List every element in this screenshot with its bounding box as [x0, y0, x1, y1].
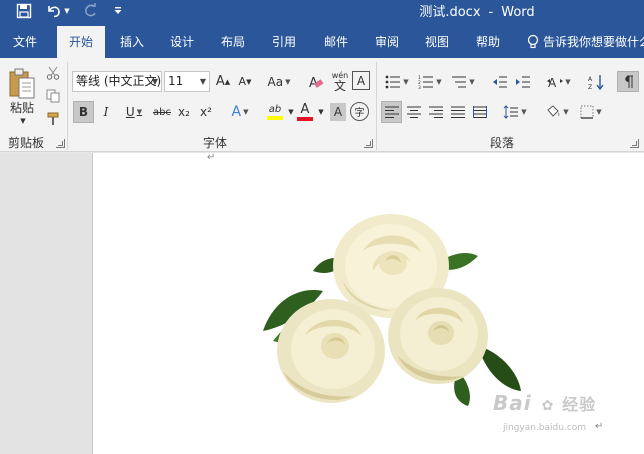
superscript-button[interactable]: x²	[197, 101, 215, 123]
line-spacing-button[interactable]: ▼	[500, 101, 530, 123]
multilevel-list-button[interactable]: ▼	[448, 71, 478, 92]
watermark-url: jingyan.baidu.com	[503, 423, 587, 433]
underline-label: U	[125, 105, 135, 119]
paragraph-mark: ↵	[207, 152, 216, 163]
window-title: 测试.docx - Word	[0, 1, 644, 20]
ribbon-tabs: 文件 开始 插入 设计 布局 引用 邮件 审阅 视图 帮助 告诉我你想要做什么	[0, 26, 644, 58]
highlight-color-swatch	[267, 116, 283, 120]
ribbon-home: 粘贴 ▼ 剪贴板 等线 (中文正文) ▼ 11 ▼ A ▲ A ▼ Aa ▼ A wé…	[0, 58, 644, 152]
sort-icon[interactable]: AZ	[586, 71, 606, 92]
end-paragraph-mark: ↵	[595, 421, 604, 432]
chevron-down-icon: ▼	[199, 77, 206, 86]
numbering-button[interactable]: 1 2 3 ▼	[415, 71, 445, 92]
tab-references[interactable]: 引用	[262, 26, 306, 58]
paste-dropdown-icon[interactable]: ▼	[18, 116, 28, 126]
svg-text:A: A	[588, 76, 593, 83]
tab-view[interactable]: 视图	[415, 26, 459, 58]
svg-text:3: 3	[418, 85, 421, 89]
tab-help[interactable]: 帮助	[466, 26, 510, 58]
tab-mailings[interactable]: 邮件	[314, 26, 358, 58]
watermark-logo: Bai ✿ 经验	[493, 391, 596, 415]
shrink-font-button[interactable]: A ▼	[236, 71, 254, 92]
paw-icon: ✿	[541, 398, 555, 414]
tab-layout[interactable]: 布局	[211, 26, 255, 58]
title-bar: ▼ 测试.docx - Word	[0, 0, 644, 26]
document-area: ↵ Bai ✿ 经验 jingyan.baidu.com ↵	[0, 152, 644, 454]
subscript-button[interactable]: x₂	[175, 101, 193, 123]
tab-insert[interactable]: 插入	[110, 26, 154, 58]
lightbulb-icon	[527, 34, 539, 50]
font-launcher-icon[interactable]	[364, 139, 373, 148]
show-hide-marks-icon[interactable]	[617, 71, 639, 92]
align-right-icon[interactable]	[426, 101, 446, 123]
bold-button[interactable]: B	[73, 101, 94, 123]
chevron-down-icon: ▼	[151, 77, 158, 86]
character-shading-button[interactable]: A	[330, 103, 346, 121]
font-size-combo[interactable]: 11 ▼	[164, 71, 210, 92]
shrink-font-label: A	[238, 75, 247, 88]
font-color-dropdown-icon[interactable]: ▼	[316, 101, 326, 123]
tab-review[interactable]: 审阅	[365, 26, 409, 58]
change-case-label: Aa	[267, 74, 284, 89]
font-color-swatch	[297, 117, 313, 121]
justify-icon[interactable]	[448, 101, 468, 123]
font-name-value: 等线 (中文正文)	[76, 74, 162, 88]
tell-me-text: 告诉我你想要做什么	[543, 35, 644, 49]
app-name: Word	[501, 5, 535, 20]
change-case-button[interactable]: Aa ▼	[262, 71, 296, 92]
svg-text:Z: Z	[588, 84, 592, 90]
tab-file[interactable]: 文件	[0, 26, 50, 58]
highlight-label: ab	[268, 104, 282, 115]
grow-font-label: A	[215, 74, 225, 89]
document-name: 测试.docx	[419, 5, 481, 20]
font-color-button[interactable]: A	[294, 101, 316, 123]
underline-button[interactable]: U ▼	[119, 101, 149, 123]
clear-formatting-icon[interactable]: A	[306, 71, 326, 92]
phonetic-guide-char: 文	[333, 79, 346, 93]
paste-label[interactable]: 粘贴	[4, 98, 40, 116]
align-left-icon[interactable]	[381, 101, 402, 123]
group-divider	[376, 62, 377, 150]
tab-home[interactable]: 开始	[57, 26, 105, 58]
font-name-combo[interactable]: 等线 (中文正文) ▼	[72, 71, 162, 92]
phonetic-guide-button[interactable]: wén 文	[330, 68, 350, 94]
enclose-characters-button[interactable]: 字	[350, 102, 369, 121]
clipboard-launcher-icon[interactable]	[56, 139, 65, 148]
font-group-label: 字体	[202, 136, 227, 150]
tell-me-box[interactable]: 告诉我你想要做什么	[527, 26, 644, 58]
title-separator: -	[488, 5, 494, 20]
text-effects-button[interactable]: A ▼	[226, 101, 254, 123]
italic-button[interactable]: I	[97, 101, 115, 123]
format-painter-icon[interactable]	[44, 110, 62, 128]
font-size-value: 11	[168, 74, 184, 88]
increase-indent-icon[interactable]	[513, 71, 533, 92]
watermark-main: Bai	[493, 391, 532, 415]
decrease-indent-icon[interactable]	[490, 71, 510, 92]
paragraph-group-label: 段落	[489, 136, 514, 150]
tab-design[interactable]: 设计	[160, 26, 204, 58]
font-color-label: A	[300, 102, 310, 117]
borders-button[interactable]: ▼	[576, 101, 606, 123]
document-page[interactable]: ↵ Bai ✿ 经验 jingyan.baidu.com ↵	[92, 152, 644, 454]
clipboard-group-label: 剪贴板	[7, 136, 44, 150]
distributed-icon[interactable]	[470, 101, 490, 123]
group-divider	[67, 62, 68, 150]
rose-image[interactable]	[253, 211, 533, 411]
shading-button[interactable]: ▼	[542, 101, 572, 123]
watermark-sub: 经验	[562, 395, 597, 414]
character-border-button[interactable]: A	[352, 71, 370, 90]
paragraph-launcher-icon[interactable]	[630, 139, 639, 148]
strikethrough-button[interactable]: abc	[151, 101, 173, 123]
align-center-icon[interactable]	[404, 101, 424, 123]
asian-layout-button[interactable]: A ▼	[545, 71, 573, 92]
text-effects-label: A	[231, 104, 242, 120]
bullets-button[interactable]: ▼	[382, 71, 412, 92]
copy-icon[interactable]	[44, 87, 62, 105]
cut-icon[interactable]	[44, 64, 62, 82]
grow-font-button[interactable]: A ▲	[214, 71, 232, 92]
